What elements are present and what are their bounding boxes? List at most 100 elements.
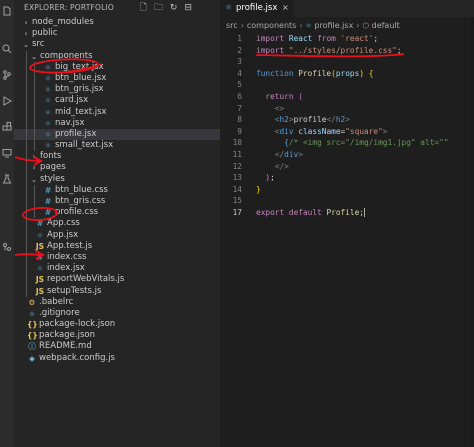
breadcrumb-item-symbol[interactable]: default [372,21,400,30]
tree-item[interactable]: # index.css [14,251,220,264]
file-type-icon: ⚛ [44,118,52,128]
code-line[interactable]: 11 </div> [220,149,474,161]
tree-item[interactable]: › fonts [14,151,220,163]
tree-item[interactable]: ⚛ btn_blue.jsx [14,72,220,85]
tree-item[interactable]: ◈ webpack.config.js [14,353,220,364]
tree-item[interactable]: # btn_gris.css [14,196,220,208]
code-token: "../styles/profile.css" [288,45,397,55]
code-line[interactable]: 14} [220,184,474,196]
code-line[interactable]: 6 return ( [220,91,474,103]
chevron-right-icon[interactable]: › [22,28,30,39]
tree-item[interactable]: ⚛ card.jsx [14,95,220,107]
breadcrumb-item-src[interactable]: src [226,21,238,30]
tree-item[interactable]: JS reportWebVitals.js [14,274,220,286]
tree-item[interactable]: ⚛ profile.jsx [14,128,220,141]
tree-item-label: .babelrc [39,296,74,307]
code-line[interactable]: 2 import "../styles/profile.css"; [220,45,474,57]
line-number: 15 [232,196,242,206]
tree-item[interactable]: ⌄ styles [14,173,220,185]
source-control-icon[interactable] [2,70,12,80]
tree-item-label: btn_gris.jsx [55,84,104,95]
git-graph-icon[interactable] [2,242,12,252]
tree-item[interactable]: ⌄ src [14,39,220,50]
tree-item[interactable]: › public [14,28,220,39]
code-line[interactable]: 1 import React from 'react'; [220,33,474,45]
tree-item-label: package.json [39,330,95,341]
tree-item[interactable]: ⚛ nav.jsx [14,117,220,129]
chevron-down-icon[interactable]: ⌄ [22,39,30,50]
tree-item[interactable]: JS App.test.js [14,240,220,252]
text-cursor [364,208,365,218]
code-token: 'react' [340,34,374,43]
tree-item[interactable]: ⚛ index.jsx [14,263,220,275]
tree-item[interactable]: ⚛ small_text.jsx [14,140,220,152]
tree-item[interactable]: ⚙ .babelrc [14,297,220,308]
chevron-right-icon[interactable]: › [30,162,38,173]
file-type-icon: ⚙ [28,297,36,307]
code-line[interactable]: 17 export default Profile; [220,207,474,219]
tree-item-label: profile.css [55,207,99,218]
code-line[interactable]: 15 [220,195,474,207]
tree-item[interactable]: ⚛ mid_text.jsx [14,106,220,118]
files-icon[interactable] [2,6,12,16]
code-line[interactable]: 12 </> [220,161,474,173]
indent-guide [34,140,35,152]
code-text: } [256,184,261,196]
file-type-icon: # [44,197,52,206]
search-icon[interactable] [2,44,12,54]
symbol-icon: ⬡ [362,21,370,30]
extensions-icon[interactable] [2,122,12,132]
tree-item[interactable]: # profile.css [14,207,220,219]
code-line[interactable]: 9 <div className="square"> [220,126,474,138]
tree-item-label: nav.jsx [55,117,85,128]
tree-item[interactable]: JS setupTests.js [14,285,220,297]
close-icon[interactable]: × [282,3,289,12]
tree-item[interactable]: {} package.json [14,330,220,341]
activity-bar [0,0,14,447]
code-line[interactable]: 10 {/* <img src="/img/img1.jpg" alt="" [220,137,474,149]
tab-profile-jsx[interactable]: ⚛ profile.jsx × [220,0,294,17]
tree-item[interactable]: ⚛ big_text.jsx [14,61,220,73]
breadcrumb-item-components[interactable]: components [247,21,296,30]
code-line[interactable]: 3 [220,56,474,68]
code-token: function [256,68,294,78]
tree-item-label: package-lock.json [39,319,116,330]
code-line[interactable]: 13 ); [220,172,474,184]
collapse-all-icon[interactable]: ⊟ [184,2,192,14]
run-debug-icon[interactable] [2,96,12,106]
code-line[interactable]: 7 <> [220,103,474,115]
chevron-down-icon[interactable]: ⌄ [30,174,38,185]
code-token: h2 [335,115,346,125]
tree-item-label: .gitignore [39,307,80,318]
code-line[interactable]: 8 <h2>profile</h2> [220,114,474,126]
tree-item[interactable]: ⓘ README.md [14,341,220,352]
tree-item[interactable]: › node_modules [14,17,220,28]
remote-explorer-icon[interactable] [2,148,12,158]
line-number: 17 [232,207,242,217]
tree-item[interactable]: ⌄ components [14,50,220,62]
tree-item[interactable]: ⚛ btn_gris.jsx [14,84,220,96]
code-token: </ [274,149,285,159]
new-folder-icon[interactable]: 🗀 [154,2,163,14]
chevron-down-icon[interactable]: ⌄ [30,51,38,62]
chevron-right-icon[interactable]: › [22,17,30,28]
tree-item[interactable]: # App.css [14,218,220,230]
chevron-right-icon[interactable]: › [30,151,38,162]
tree-item[interactable]: # btn_blue.css [14,184,220,196]
line-number: 9 [237,126,242,136]
testing-icon[interactable] [2,174,12,184]
tree-item[interactable]: ◆ .gitignore [14,308,220,319]
tree-item[interactable]: › pages [14,162,220,174]
file-type-icon: ⚛ [44,96,52,106]
line-number: 3 [237,57,242,67]
refresh-icon[interactable]: ↻ [170,2,178,14]
tree-item[interactable]: {} package-lock.json [14,319,220,330]
tree-item[interactable]: ⚛ App.jsx [14,229,220,241]
code-line[interactable]: 4 function Profile(props) { [220,68,474,80]
code-editor[interactable]: 1 import React from 'react'; 2 import "../s… [220,33,474,219]
new-file-icon[interactable]: 🗋 [140,2,147,14]
breadcrumb-item-file[interactable]: profile.jsx [314,21,353,30]
code-line[interactable]: 5 [220,79,474,91]
